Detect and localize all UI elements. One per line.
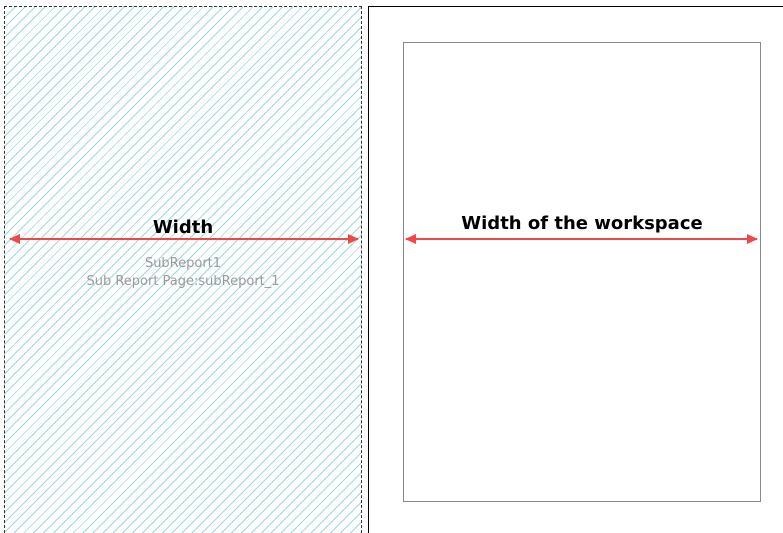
panel-divider	[368, 6, 369, 533]
subreport-component[interactable]: Width SubReport1 Sub Report Page:subRepo…	[4, 6, 362, 533]
subreport-name-label: SubReport1	[144, 256, 222, 271]
subreport-page-label: Sub Report Page:subReport_1	[86, 274, 280, 289]
workspace-width-label: Width of the workspace	[461, 213, 703, 234]
workspace-page	[403, 42, 761, 502]
workspace-top-border	[368, 6, 783, 7]
width-label: Width	[152, 217, 214, 238]
